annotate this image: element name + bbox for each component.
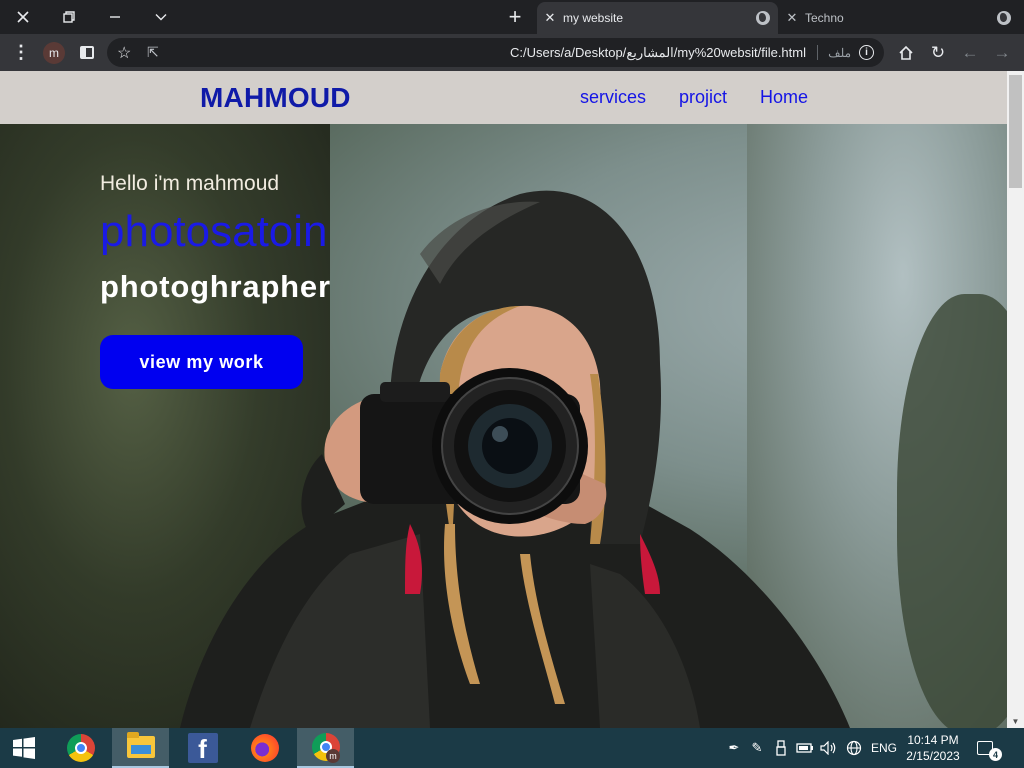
clock-date: 2/15/2023	[906, 749, 960, 763]
chevron-down-icon	[155, 14, 166, 21]
nav-link-projict[interactable]: projict	[679, 71, 727, 124]
taskbar-app-firefox[interactable]	[236, 728, 293, 768]
side-panel-button[interactable]	[76, 34, 98, 71]
action-center-button[interactable]: 4	[970, 728, 1002, 768]
hero-title: photosatoin	[100, 207, 328, 256]
pen-icon[interactable]: ✒	[724, 728, 744, 768]
home-icon	[899, 45, 913, 60]
tab-techno[interactable]: ✕ Techno	[779, 2, 1019, 34]
tab-search-button[interactable]	[138, 0, 183, 34]
taskbar-app-chrome-profile[interactable]	[297, 728, 354, 768]
tab-title: Techno	[805, 11, 844, 25]
browser-toolbar: ⋮ m ☆ ⇱ C:/Users/a/Desktop/المشاريع/my%2…	[0, 34, 1024, 71]
tab-strip: + ✕ my website ✕ Techno	[0, 0, 1024, 34]
notification-count: 4	[989, 748, 1002, 761]
home-button[interactable]	[894, 34, 918, 71]
taskbar: f m ✒ ✎ ENG 10:14 PM 2/15/2023 4	[0, 728, 1024, 768]
side-panel-icon	[80, 46, 94, 59]
close-icon	[16, 11, 29, 23]
forward-button[interactable]: →	[990, 34, 1014, 71]
page-scrollbar[interactable]: ▲ ▼	[1007, 71, 1024, 728]
minimize-window-button[interactable]	[92, 0, 137, 34]
facebook-icon: f	[187, 733, 218, 763]
firefox-icon	[250, 734, 279, 762]
notification-icon: 4	[977, 741, 1002, 761]
clock-time: 10:14 PM	[907, 733, 959, 747]
reload-button[interactable]: ↻	[926, 34, 950, 71]
battery-icon[interactable]	[794, 728, 816, 768]
restore-icon	[62, 11, 75, 23]
view-my-work-button[interactable]: view my work	[100, 335, 303, 389]
share-icon[interactable]: ⇱	[147, 38, 159, 67]
arrow-left-icon: ←	[961, 42, 979, 62]
avatar: m	[43, 41, 65, 64]
file-explorer-icon	[126, 732, 155, 758]
globe-icon	[989, 11, 1019, 25]
arrow-right-icon: →	[993, 42, 1011, 62]
tab-my-website[interactable]: ✕ my website	[537, 2, 778, 34]
tab-close-icon[interactable]: ✕	[537, 10, 563, 26]
url-scheme-label: ملف	[828, 45, 851, 60]
profile-button[interactable]: m	[42, 34, 66, 71]
minimize-icon	[109, 16, 120, 18]
tab-title: my website	[563, 11, 624, 25]
start-button[interactable]	[0, 728, 48, 768]
info-icon[interactable]: i	[859, 45, 874, 60]
windows-icon	[13, 737, 35, 759]
globe-icon	[748, 11, 778, 25]
restore-window-button[interactable]	[46, 0, 91, 34]
tab-close-icon[interactable]: ✕	[779, 10, 805, 26]
hero-subtitle: photoghrapher	[100, 269, 331, 304]
volume-icon[interactable]	[819, 728, 839, 768]
nav-link-home[interactable]: Home	[760, 71, 808, 124]
close-window-button[interactable]	[0, 0, 45, 34]
usb-icon[interactable]	[774, 728, 788, 768]
site-logo[interactable]: MAHMOUD	[200, 71, 351, 124]
chrome-icon	[66, 734, 95, 762]
profile-badge: m	[326, 749, 340, 763]
nav-link-services[interactable]: services	[580, 71, 646, 124]
plus-icon: +	[508, 4, 522, 29]
hero-section: Hello i'm mahmoud photosatoin photoghrap…	[0, 124, 1007, 728]
page-viewport: MAHMOUD services projict Home Hello i'm …	[0, 71, 1007, 728]
url-text[interactable]: C:/Users/a/Desktop/المشاريع/my%20websit/…	[510, 38, 806, 67]
taskbar-app-file-explorer[interactable]	[112, 728, 169, 768]
reload-icon: ↻	[930, 42, 946, 62]
new-tab-button[interactable]: +	[500, 3, 530, 31]
taskbar-app-chrome[interactable]	[52, 728, 109, 768]
taskbar-app-facebook[interactable]: f	[174, 728, 231, 768]
menu-icon[interactable]: ⋮	[10, 34, 32, 71]
star-icon[interactable]: ☆	[117, 38, 131, 67]
windows-ink-icon[interactable]: ✎	[748, 728, 766, 768]
clock[interactable]: 10:14 PM 2/15/2023	[902, 728, 964, 768]
network-globe-icon[interactable]	[844, 728, 864, 768]
scroll-down-icon[interactable]: ▼	[1007, 714, 1024, 728]
hero-greeting: Hello i'm mahmoud	[100, 172, 280, 195]
divider	[817, 45, 818, 60]
address-bar[interactable]: ☆ ⇱ C:/Users/a/Desktop/المشاريع/my%20web…	[107, 38, 884, 67]
site-header: MAHMOUD services projict Home	[0, 71, 1007, 124]
language-indicator[interactable]: ENG	[869, 728, 899, 768]
scrollbar-thumb[interactable]	[1009, 75, 1022, 188]
back-button[interactable]: ←	[958, 34, 982, 71]
